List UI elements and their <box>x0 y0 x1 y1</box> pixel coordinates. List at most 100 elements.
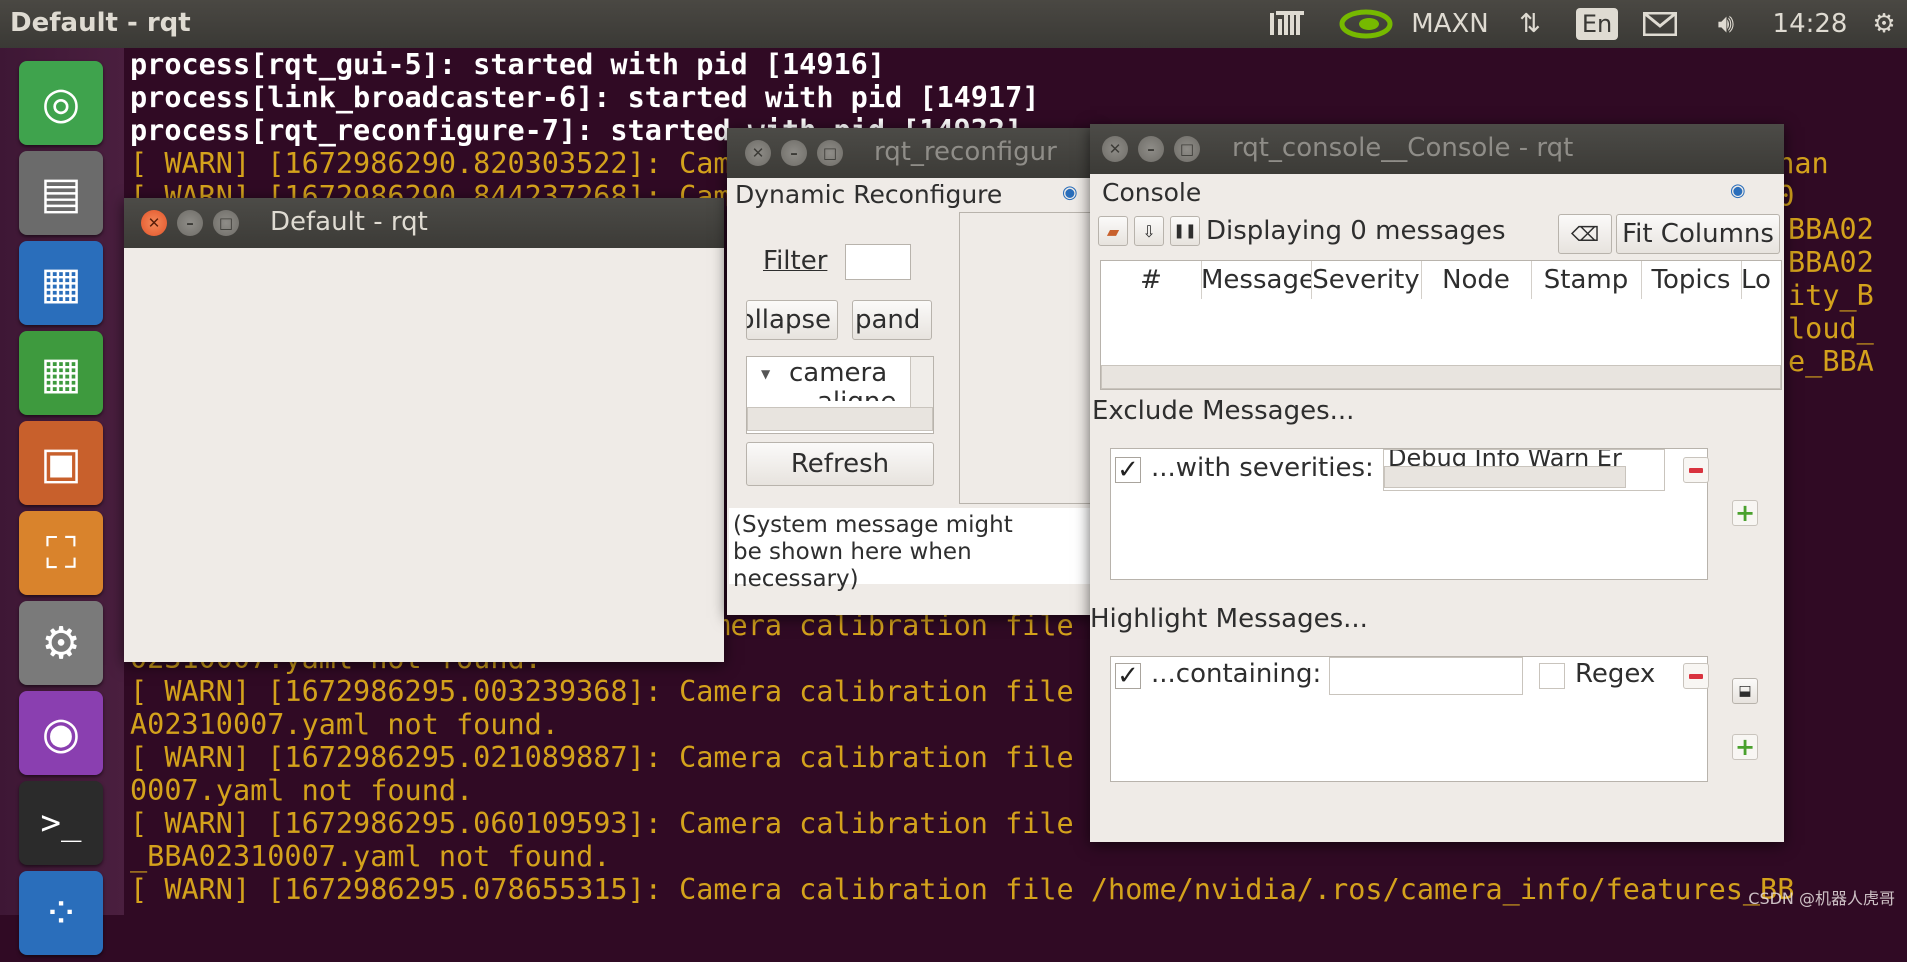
power-mode-label[interactable]: MAXN <box>1404 6 1496 42</box>
remove-highlight-filter-button[interactable] <box>1683 663 1709 689</box>
maximize-icon[interactable]: □ <box>213 210 239 236</box>
window-title: Default - rqt <box>270 207 428 237</box>
column-header-stamp[interactable]: Stamp <box>1531 261 1642 299</box>
collapse-all-button[interactable]: ollapse <box>746 300 838 340</box>
window-titlebar[interactable]: ✕ – □ rqt_console__Console - rqt <box>1090 124 1784 174</box>
add-highlight-filter-button[interactable]: + <box>1732 734 1758 760</box>
highlight-filter-options-icon[interactable]: ⬓ <box>1732 678 1758 704</box>
maximize-icon[interactable]: □ <box>1174 136 1200 162</box>
help-icon[interactable]: ◉ <box>1062 182 1078 203</box>
presentation-icon: ▣ <box>19 421 103 505</box>
save-icon[interactable]: ⇩ <box>1134 216 1164 246</box>
load-icon[interactable]: ▰ <box>1098 216 1128 246</box>
close-icon[interactable]: ✕ <box>745 140 771 166</box>
column-header-severity[interactable]: Severity <box>1311 261 1422 299</box>
launcher-item-workspace-switcher[interactable]: ⁘ <box>9 864 113 962</box>
terminal-line: BBA02 <box>1788 213 1874 246</box>
plugin-title: Console <box>1102 178 1202 207</box>
terminal-line: process[link_broadcaster-6]: started wit… <box>130 81 1040 114</box>
minimize-icon[interactable]: – <box>1138 136 1164 162</box>
severity-list[interactable]: Debug Info Warn Er <box>1383 449 1665 491</box>
terminal-line: [ WARN] [1672986295.078655315]: Camera c… <box>130 873 1795 906</box>
keyboard-layout-label: En <box>1575 8 1619 40</box>
filter-input[interactable] <box>845 244 911 280</box>
severity-list-scrollbar[interactable] <box>1384 466 1626 488</box>
node-tree[interactable]: ▼ camera aligne <box>746 356 934 434</box>
column-header-location[interactable]: Lo <box>1741 261 1781 299</box>
add-exclude-filter-button[interactable]: + <box>1732 500 1758 526</box>
volume-icon[interactable]: 🔊︎ <box>1704 6 1748 42</box>
system-message-text: (System message might be shown here when… <box>733 512 1013 592</box>
system-message-area: (System message might be shown here when… <box>729 508 1093 592</box>
launcher-item-terminal[interactable]: >_ <box>9 774 113 872</box>
mail-icon[interactable] <box>1640 6 1680 42</box>
launcher-item-writer[interactable]: ▦ <box>9 234 113 332</box>
shopping-bag-icon: ⛶ <box>19 511 103 595</box>
document-icon: ▦ <box>19 241 103 325</box>
launcher-item-software-center[interactable]: ⛶ <box>9 504 113 602</box>
launcher-item-ubuntu-dash[interactable]: ◎ <box>9 54 113 152</box>
filter-label: Filter <box>763 246 828 276</box>
tree-vertical-scrollbar[interactable] <box>910 357 933 407</box>
clear-icon[interactable]: ⌫ <box>1558 214 1612 254</box>
column-header-topics[interactable]: Topics <box>1641 261 1742 299</box>
window-rqt-console[interactable]: ✕ – □ rqt_console__Console - rqt Console… <box>1090 124 1784 842</box>
terminal-line: 0007.yaml not found. <box>130 774 474 807</box>
close-icon[interactable]: ✕ <box>1102 136 1128 162</box>
window-titlebar[interactable]: ✕ – □ rqt_reconfigur <box>727 128 1097 178</box>
launcher-item-files[interactable]: ▤ <box>9 144 113 242</box>
tree-item[interactable]: aligne <box>817 387 896 401</box>
terminal-line: A02310007.yaml not found. <box>130 708 559 741</box>
minus-icon <box>1689 673 1703 679</box>
top-panel: Default - rqt MAXN ⇅ En 🔊︎ 14:28 ⚙ <box>0 0 1907 48</box>
help-icon[interactable]: ◉ <box>1730 180 1746 201</box>
launcher-item-system-settings[interactable]: ⚙ <box>9 594 113 692</box>
fit-columns-button[interactable]: Fit Columns <box>1616 214 1780 254</box>
tree-horizontal-scrollbar[interactable] <box>747 407 933 431</box>
terminal-line: process[rqt_gui-5]: started with pid [14… <box>130 48 885 81</box>
keyboard-layout-indicator[interactable]: En <box>1572 6 1622 42</box>
column-header-index[interactable]: # <box>1101 261 1202 299</box>
cpu-indicator-icon[interactable] <box>1266 6 1310 42</box>
expand-arrow-icon[interactable]: ▼ <box>761 367 770 381</box>
highlight-text-input[interactable] <box>1329 657 1523 695</box>
exclude-rule-label: ...with severities: <box>1151 453 1374 483</box>
column-header-message[interactable]: Message <box>1201 261 1312 299</box>
launcher-item-calc[interactable]: ▦ <box>9 324 113 422</box>
highlight-messages-heading[interactable]: Highlight Messages... <box>1090 604 1368 634</box>
maximize-icon[interactable]: □ <box>817 140 843 166</box>
launcher-item-impress[interactable]: ▣ <box>9 414 113 512</box>
parameter-pane <box>959 212 1097 504</box>
minimize-icon[interactable]: – <box>177 210 203 236</box>
pause-icon[interactable]: ❚❚ <box>1170 216 1200 246</box>
terminal-line: e_BBA <box>1788 345 1874 378</box>
window-rqt-reconfigure[interactable]: ✕ – □ rqt_reconfigur Dynamic Reconfigure… <box>727 128 1097 615</box>
expand-all-button[interactable]: pand <box>852 300 932 340</box>
regex-checkbox[interactable] <box>1539 663 1565 689</box>
wrench-gear-icon: ⚙ <box>19 601 103 685</box>
window-titlebar[interactable]: ✕ – □ Default - rqt <box>124 198 724 248</box>
clock[interactable]: 14:28 <box>1768 6 1852 42</box>
exclude-messages-heading[interactable]: Exclude Messages... <box>1092 396 1354 426</box>
nvidia-icon[interactable] <box>1338 6 1394 42</box>
exclude-rule-checkbox[interactable]: ✓ <box>1115 455 1141 485</box>
terminal-line: _BBA02310007.yaml not found. <box>130 840 611 873</box>
message-table[interactable]: # Message Severity Node Stamp Topics Lo <box>1100 260 1782 390</box>
close-icon[interactable]: ✕ <box>141 210 167 236</box>
highlight-rule-checkbox[interactable]: ✓ <box>1115 661 1141 691</box>
refresh-button[interactable]: Refresh <box>746 442 934 486</box>
table-horizontal-scrollbar[interactable] <box>1101 365 1781 389</box>
launcher-item-cheese[interactable]: ◉ <box>9 684 113 782</box>
network-updown-icon[interactable]: ⇅ <box>1512 6 1548 42</box>
launcher: ◎ ▤ ▦ ▦ ▣ ⛶ ⚙ ◉ >_ ⁘ <box>0 48 125 955</box>
column-header-node[interactable]: Node <box>1421 261 1532 299</box>
plugin-title: Dynamic Reconfigure <box>735 180 1003 209</box>
remove-exclude-filter-button[interactable] <box>1683 457 1709 483</box>
minimize-icon[interactable]: – <box>781 140 807 166</box>
settings-gear-icon[interactable]: ⚙ <box>1866 6 1902 42</box>
spreadsheet-icon: ▦ <box>19 331 103 415</box>
window-default-rqt[interactable]: ✕ – □ Default - rqt <box>124 198 724 662</box>
window-title: rqt_console__Console - rqt <box>1232 133 1574 163</box>
tree-item[interactable]: camera <box>789 358 887 388</box>
terminal-line: ity_B <box>1788 279 1874 312</box>
